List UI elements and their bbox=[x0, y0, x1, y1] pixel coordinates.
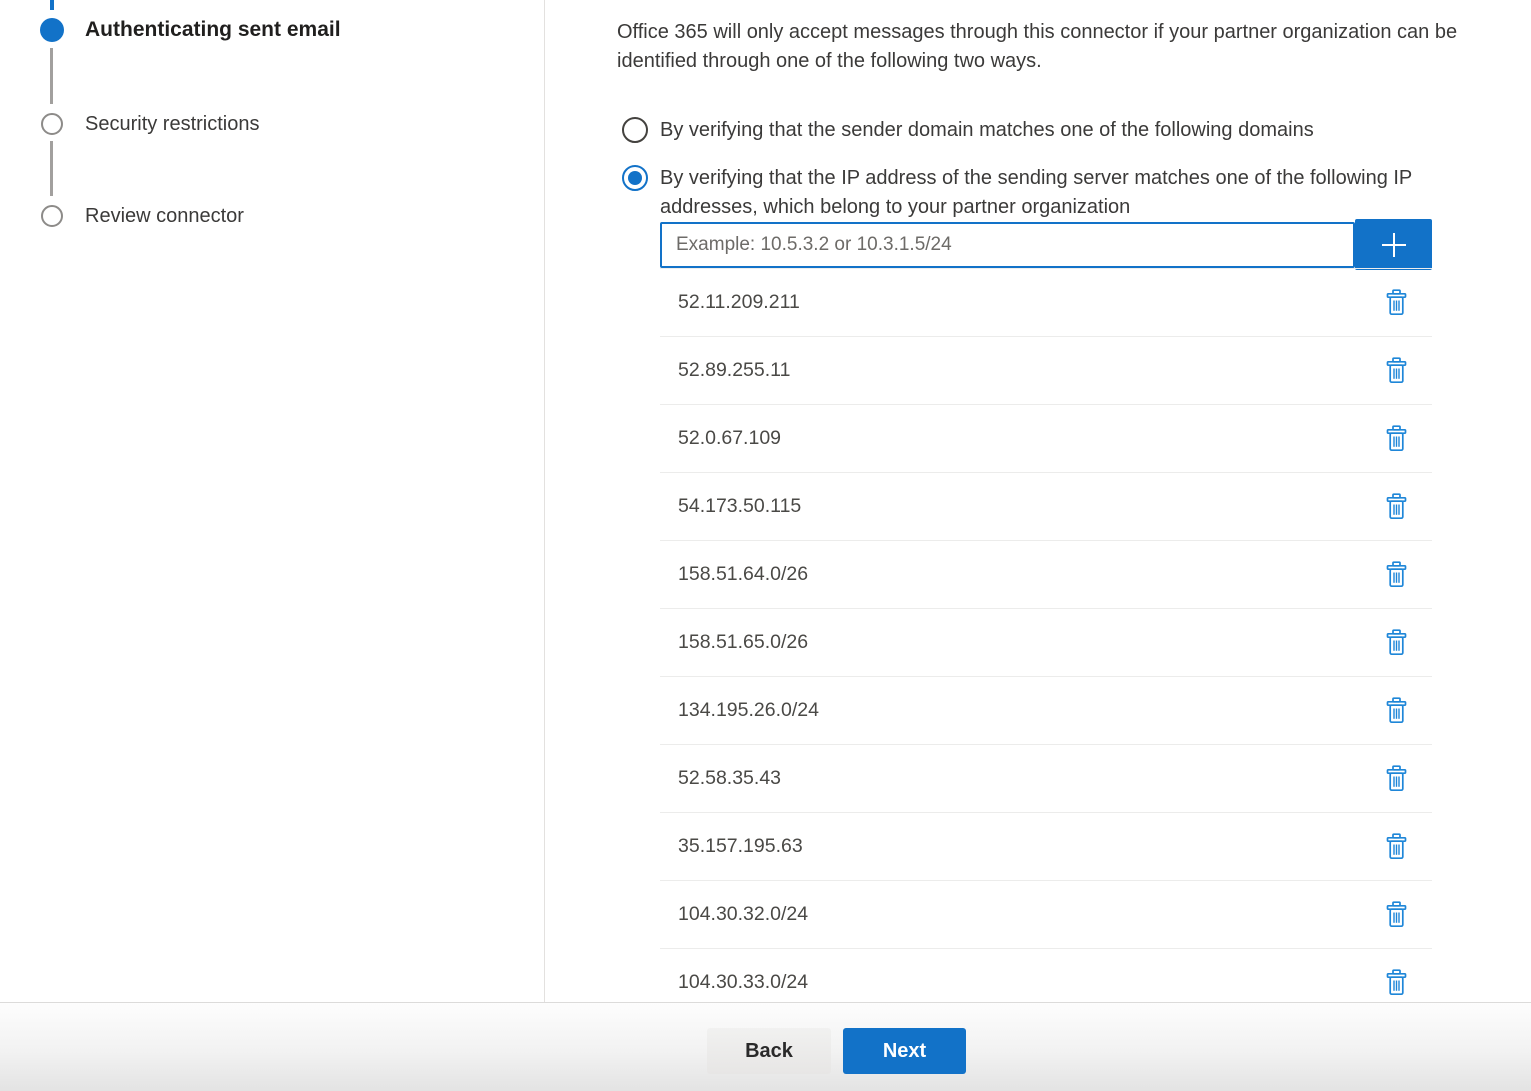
trash-icon bbox=[1385, 357, 1408, 384]
ip-address-input[interactable] bbox=[660, 222, 1355, 268]
trash-icon bbox=[1385, 561, 1408, 588]
ip-list-item: 35.157.195.63 bbox=[660, 813, 1432, 881]
delete-ip-button[interactable] bbox=[1382, 763, 1410, 795]
delete-ip-button[interactable] bbox=[1382, 559, 1410, 591]
option-sender-domain: By verifying that the sender domain matc… bbox=[622, 117, 1502, 145]
wizard-stepper-panel: Authenticating sent email Security restr… bbox=[0, 0, 545, 1002]
ip-value: 104.30.32.0/24 bbox=[678, 903, 808, 926]
step-indicator-security-restrictions bbox=[41, 113, 63, 135]
radio-ip-address-label[interactable]: By verifying that the IP address of the … bbox=[660, 164, 1484, 222]
ip-value: 52.0.67.109 bbox=[678, 427, 781, 450]
delete-ip-button[interactable] bbox=[1382, 695, 1410, 727]
back-button[interactable]: Back bbox=[707, 1028, 831, 1074]
ip-value: 52.58.35.43 bbox=[678, 767, 781, 790]
delete-ip-button[interactable] bbox=[1382, 491, 1410, 523]
trash-icon bbox=[1385, 833, 1408, 860]
ip-list-item: 54.173.50.115 bbox=[660, 473, 1432, 541]
stepper-connector bbox=[50, 141, 53, 196]
ip-value: 158.51.64.0/26 bbox=[678, 563, 808, 586]
ip-list-item: 104.30.32.0/24 bbox=[660, 881, 1432, 949]
option-ip-address: By verifying that the IP address of the … bbox=[622, 165, 1502, 225]
ip-list-item: 52.11.209.211 bbox=[660, 269, 1432, 337]
ip-value: 52.89.255.11 bbox=[678, 359, 790, 382]
ip-entry-row bbox=[660, 222, 1355, 268]
trash-icon bbox=[1385, 901, 1408, 928]
ip-address-list: 52.11.209.211 52.89.255.11 bbox=[660, 268, 1432, 1017]
step-label-authenticating-sent-email: Authenticating sent email bbox=[85, 17, 341, 43]
stepper-connector-top bbox=[50, 0, 54, 10]
trash-icon bbox=[1385, 765, 1408, 792]
intro-text: Office 365 will only accept messages thr… bbox=[617, 18, 1529, 76]
ip-value: 104.30.33.0/24 bbox=[678, 971, 808, 994]
ip-value: 52.11.209.211 bbox=[678, 291, 800, 314]
ip-value: 35.157.195.63 bbox=[678, 835, 803, 858]
radio-sender-domain-label[interactable]: By verifying that the sender domain matc… bbox=[660, 116, 1314, 145]
ip-list-item: 158.51.65.0/26 bbox=[660, 609, 1432, 677]
delete-ip-button[interactable] bbox=[1382, 627, 1410, 659]
step-indicator-review-connector bbox=[41, 205, 63, 227]
delete-ip-button[interactable] bbox=[1382, 423, 1410, 455]
ip-value: 134.195.26.0/24 bbox=[678, 699, 819, 722]
step-indicator-authenticating-sent-email bbox=[40, 18, 64, 42]
plus-icon bbox=[1379, 230, 1409, 260]
radio-ip-address[interactable] bbox=[622, 165, 648, 191]
ip-value: 54.173.50.115 bbox=[678, 495, 801, 518]
trash-icon bbox=[1385, 289, 1408, 316]
trash-icon bbox=[1385, 697, 1408, 724]
step-label-security-restrictions: Security restrictions bbox=[85, 111, 260, 137]
ip-value: 158.51.65.0/26 bbox=[678, 631, 808, 654]
delete-ip-button[interactable] bbox=[1382, 355, 1410, 387]
trash-icon bbox=[1385, 969, 1408, 996]
delete-ip-button[interactable] bbox=[1382, 831, 1410, 863]
trash-icon bbox=[1385, 425, 1408, 452]
ip-list-item: 52.89.255.11 bbox=[660, 337, 1432, 405]
trash-icon bbox=[1385, 629, 1408, 656]
stepper-connector bbox=[50, 48, 53, 104]
wizard-footer: Back Next bbox=[0, 1002, 1531, 1091]
delete-ip-button[interactable] bbox=[1382, 899, 1410, 931]
ip-list-item: 52.58.35.43 bbox=[660, 745, 1432, 813]
ip-list-item: 134.195.26.0/24 bbox=[660, 677, 1432, 745]
delete-ip-button[interactable] bbox=[1382, 287, 1410, 319]
step-label-review-connector: Review connector bbox=[85, 203, 244, 229]
radio-sender-domain[interactable] bbox=[622, 117, 648, 143]
ip-list-item: 158.51.64.0/26 bbox=[660, 541, 1432, 609]
delete-ip-button[interactable] bbox=[1382, 967, 1410, 999]
ip-list-item: 52.0.67.109 bbox=[660, 405, 1432, 473]
add-ip-button[interactable] bbox=[1355, 219, 1432, 270]
next-button[interactable]: Next bbox=[843, 1028, 966, 1074]
authenticating-sent-email-pane: Office 365 will only accept messages thr… bbox=[617, 0, 1531, 1002]
trash-icon bbox=[1385, 493, 1408, 520]
